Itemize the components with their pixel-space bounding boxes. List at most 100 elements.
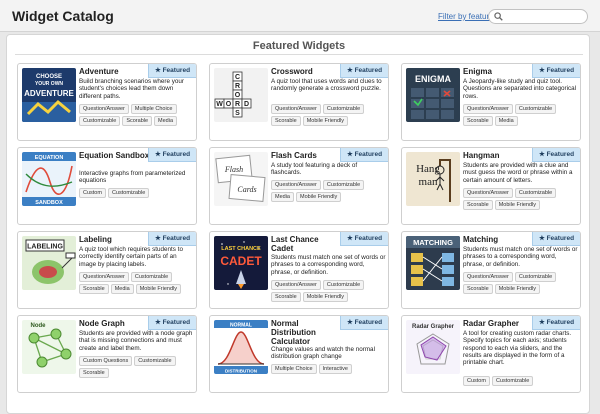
widget-card-normal-distribution-calculator[interactable]: NORMAL DISTRIBUTION Normal Distribution …	[209, 315, 389, 393]
tag[interactable]: Scorable	[122, 116, 153, 126]
widget-description: A quiz tool that uses words and clues to…	[271, 78, 382, 93]
tag[interactable]: Custom	[463, 376, 490, 386]
tag[interactable]: Scorable	[463, 116, 493, 126]
widget-card-equation-sandbox[interactable]: EQUATION SANDBOX Equation Sandbox ★ Feat…	[17, 147, 197, 225]
tag[interactable]: Question/Answer	[271, 104, 321, 114]
svg-text:CHOOSE: CHOOSE	[36, 74, 62, 80]
widget-tags: Custom Customizable	[463, 376, 580, 386]
widget-card-flash-cards[interactable]: Flash Cards Flash Cards ★ Featured A stu…	[209, 147, 389, 225]
tag[interactable]: Media	[110, 284, 134, 294]
tag[interactable]: Question/Answer	[79, 272, 129, 282]
featured-badge: ★ Featured	[340, 148, 388, 162]
flash-cards-thumbnail: Flash Cards	[214, 152, 268, 206]
tag[interactable]: Mobile Friendly	[135, 284, 181, 294]
widget-tags: Question/Answer Customizable Scorable Mo…	[271, 280, 388, 302]
widget-card-last-chance-cadet[interactable]: LAST CHANCE CADET Last Chance Cadet ★ Fe…	[209, 231, 389, 309]
tag[interactable]: Customizable	[79, 116, 121, 126]
featured-badge: ★ Featured	[148, 64, 196, 78]
tag[interactable]: Customizable	[322, 104, 365, 114]
widget-card-matching[interactable]: MATCHING Matching ★ Featured Students mu…	[401, 231, 581, 309]
radar-grapher-thumbnail: Radar Grapher	[406, 320, 460, 374]
widget-description: A Jeopardy-like study and quiz tool. Que…	[463, 78, 577, 100]
tag[interactable]: Customizable	[322, 280, 365, 290]
widget-tags: Multiple Choice Interactive	[271, 364, 388, 374]
matching-thumbnail: MATCHING	[406, 236, 460, 290]
tag[interactable]: Customizable	[134, 356, 176, 366]
widget-description: A tool for creating custom radar charts.…	[463, 330, 572, 367]
widget-card-crossword[interactable]: CRO WORD S Crossword ★ Featured A quiz t…	[209, 63, 389, 141]
widget-description: Students are provided with a clue and mu…	[463, 162, 573, 184]
widget-card-node-graph[interactable]: Node Node Graph ★ Featured Students are …	[17, 315, 197, 393]
tag[interactable]: Scorable	[463, 284, 493, 294]
widget-tags: Custom Questions Customizable Scorable	[79, 356, 196, 378]
tag[interactable]: Question/Answer	[271, 180, 321, 190]
svg-text:O: O	[226, 101, 232, 108]
widget-card-labeling[interactable]: LABELING Labeling ★ Featured A quiz tool…	[17, 231, 197, 309]
tag[interactable]: Media	[271, 192, 294, 202]
svg-text:CADET: CADET	[220, 254, 262, 268]
tag[interactable]: Custom	[79, 188, 106, 198]
tag[interactable]: Multiple Choice	[130, 104, 177, 114]
widget-title: Labeling	[79, 235, 112, 244]
tag[interactable]: Question/Answer	[463, 104, 513, 114]
svg-text:D: D	[244, 101, 249, 108]
tag[interactable]: Question/Answer	[463, 272, 513, 282]
svg-text:W: W	[216, 101, 223, 108]
featured-badge: ★ Featured	[148, 232, 196, 246]
tag[interactable]: Media	[154, 116, 178, 126]
featured-badge: ★ Featured	[532, 316, 580, 330]
widget-card-adventure[interactable]: CHOOSE YOUR OWN ADVENTURE Adventure ★ Fe…	[17, 63, 197, 141]
adventure-thumbnail: CHOOSE YOUR OWN ADVENTURE	[22, 68, 76, 122]
tag[interactable]: Custom Questions	[79, 356, 133, 366]
widget-description: A study tool featuring a deck of flashca…	[271, 162, 358, 177]
svg-text:ADVENTURE: ADVENTURE	[24, 89, 74, 98]
widget-card-enigma[interactable]: ENIGMA Enigma ★ Featured A Jeopardy-like…	[401, 63, 581, 141]
tag[interactable]: Question/Answer	[271, 280, 321, 290]
tag[interactable]: Scorable	[271, 292, 301, 302]
tag[interactable]: Customizable	[491, 376, 534, 386]
widget-description: Students must match one set of words or …	[463, 246, 578, 268]
widget-tags: Question/Answer Customizable Scorable Me…	[463, 104, 580, 126]
search-box[interactable]	[488, 9, 588, 24]
tag[interactable]: Scorable	[79, 284, 109, 294]
widget-tags: Question/Answer Customizable Scorable Me…	[79, 272, 196, 294]
tag[interactable]: Customizable	[322, 180, 365, 190]
search-input[interactable]	[506, 11, 584, 22]
widget-tags: Question/Answer Customizable Scorable Mo…	[463, 188, 580, 210]
tag[interactable]: Mobile Friendly	[494, 200, 541, 210]
tag[interactable]: Media	[494, 116, 518, 126]
svg-text:R: R	[235, 101, 240, 108]
tag[interactable]: Question/Answer	[79, 104, 129, 114]
tag[interactable]: Customizable	[130, 272, 173, 282]
featured-badge: ★ Featured	[340, 316, 388, 330]
svg-text:S: S	[235, 110, 240, 117]
tag[interactable]: Scorable	[271, 116, 301, 126]
tag[interactable]: Multiple Choice	[271, 364, 317, 374]
svg-text:O: O	[235, 92, 241, 99]
svg-text:Radar Grapher: Radar Grapher	[412, 324, 455, 330]
tag[interactable]: Customizable	[514, 272, 557, 282]
tag[interactable]: Mobile Friendly	[494, 284, 541, 294]
widget-tags: Custom Customizable	[79, 188, 196, 198]
widget-description: Change values and watch the normal distr…	[271, 346, 375, 361]
featured-widgets-panel: Featured Widgets CHOOSE YOUR OWN ADVENTU…	[6, 34, 590, 414]
widget-title: Radar Grapher	[463, 319, 520, 328]
svg-text:LAST CHANCE: LAST CHANCE	[221, 246, 261, 252]
tag[interactable]: Scorable	[79, 368, 109, 378]
widget-card-hangman[interactable]: Hang man Hangman ★ Featured Students are…	[401, 147, 581, 225]
tag[interactable]: Customizable	[514, 104, 557, 114]
tag[interactable]: Customizable	[514, 188, 557, 198]
svg-text:ENIGMA: ENIGMA	[415, 74, 452, 84]
widget-tags: Question/Answer Customizable Scorable Mo…	[271, 104, 388, 126]
tag[interactable]: Interactive	[318, 364, 352, 374]
tag[interactable]: Customizable	[107, 188, 150, 198]
tag[interactable]: Scorable	[463, 200, 493, 210]
widget-description: Interactive graphs from parameterized eq…	[79, 170, 186, 185]
tag[interactable]: Mobile Friendly	[302, 292, 349, 302]
widget-card-radar-grapher[interactable]: Radar Grapher Radar Grapher ★ Featured A…	[401, 315, 581, 393]
top-bar: Widget Catalog Filter by feature...	[0, 0, 600, 32]
tag[interactable]: Mobile Friendly	[302, 116, 349, 126]
tag[interactable]: Mobile Friendly	[295, 192, 342, 202]
search-icon	[494, 12, 503, 21]
tag[interactable]: Question/Answer	[463, 188, 513, 198]
